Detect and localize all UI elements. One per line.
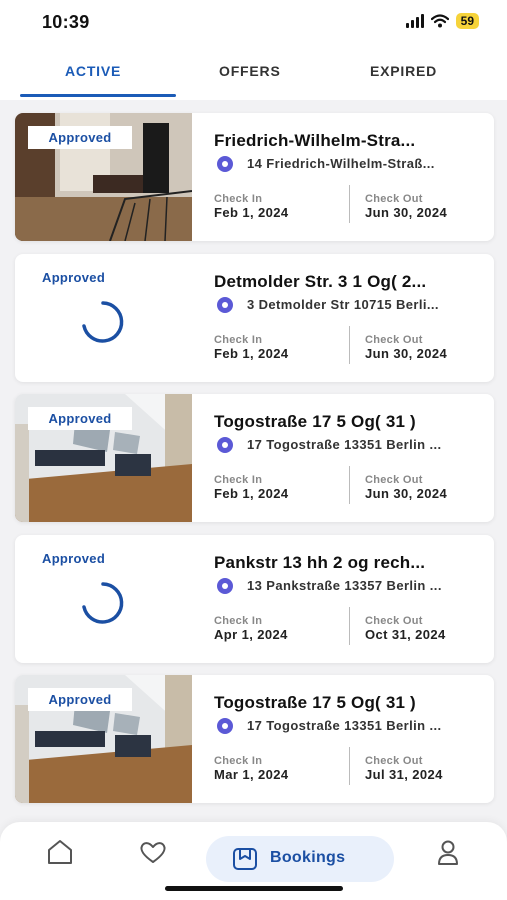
check-in-label: Check In — [214, 615, 263, 627]
location-pin-icon — [217, 297, 233, 313]
check-out-label: Check Out — [365, 474, 423, 486]
check-out-label: Check Out — [365, 755, 423, 767]
status-bar: 10:39 59 — [0, 0, 507, 48]
bookings-icon — [233, 848, 257, 870]
property-title: Friedrich-Wilhelm-Stra... — [214, 131, 416, 150]
loading-spinner-icon — [82, 301, 124, 343]
heart-tag-icon — [140, 842, 166, 863]
check-out-date: Jun 30, 2024 — [365, 346, 448, 361]
check-in-date: Feb 1, 2024 — [214, 486, 289, 501]
status-badge: Approved — [28, 688, 132, 711]
date-divider — [349, 185, 350, 223]
date-divider — [349, 466, 350, 504]
status-icons: 59 — [405, 13, 479, 29]
check-in-date: Mar 1, 2024 — [214, 767, 289, 782]
check-out-date: Jun 30, 2024 — [365, 486, 448, 501]
check-out-date: Jul 31, 2024 — [365, 767, 443, 782]
booking-card[interactable]: Approved Togostraße 17 5 Og( 31 ) 17 Tog… — [15, 675, 494, 803]
property-address: 17 Togostraße 13351 Berlin ... — [247, 437, 442, 452]
bottom-navigation: Bookings — [0, 822, 507, 900]
check-out-label: Check Out — [365, 615, 423, 627]
booking-card[interactable]: Approved Detmolder Str. 3 1 Og( 2... 3 D… — [15, 254, 494, 382]
home-icon — [48, 840, 72, 864]
date-divider — [349, 326, 350, 364]
property-address: 3 Detmolder Str 10715 Berli... — [247, 297, 439, 312]
date-divider — [349, 747, 350, 785]
location-pin-icon — [217, 156, 233, 172]
location-pin-icon — [217, 718, 233, 734]
cellular-signal-icon — [405, 14, 424, 28]
property-address: 14 Friedrich-Wilhelm-Straß... — [247, 156, 435, 171]
location-pin-icon — [217, 578, 233, 594]
check-in-date: Feb 1, 2024 — [214, 205, 289, 220]
status-badge: Approved — [42, 270, 106, 285]
tab-expired[interactable]: EXPIRED — [370, 63, 437, 79]
check-out-label: Check Out — [365, 334, 423, 346]
active-tab-indicator — [20, 94, 176, 97]
property-address: 13 Pankstraße 13357 Berlin ... — [247, 578, 442, 593]
status-badge: Approved — [28, 407, 132, 430]
check-in-label: Check In — [214, 474, 263, 486]
check-out-label: Check Out — [365, 193, 423, 205]
battery-icon: 59 — [455, 13, 479, 29]
property-address: 17 Togostraße 13351 Berlin ... — [247, 718, 442, 733]
tab-offers[interactable]: OFFERS — [219, 63, 281, 79]
check-out-date: Jun 30, 2024 — [365, 205, 448, 220]
property-title: Togostraße 17 5 Og( 31 ) — [214, 412, 416, 431]
check-in-label: Check In — [214, 334, 263, 346]
nav-bookings[interactable]: Bookings — [206, 836, 394, 882]
check-out-date: Oct 31, 2024 — [365, 627, 446, 642]
property-title: Pankstr 13 hh 2 og rech... — [214, 553, 426, 572]
status-badge: Approved — [42, 551, 106, 566]
home-indicator — [165, 886, 343, 891]
loading-spinner-icon — [82, 582, 124, 624]
property-title: Togostraße 17 5 Og( 31 ) — [214, 693, 416, 712]
property-title: Detmolder Str. 3 1 Og( 2... — [214, 272, 427, 291]
nav-home[interactable] — [45, 838, 77, 868]
nav-favorites[interactable] — [137, 838, 169, 868]
wifi-icon — [430, 14, 449, 28]
booking-card[interactable]: Approved Pankstr 13 hh 2 og rech... 13 P… — [15, 535, 494, 663]
check-in-date: Feb 1, 2024 — [214, 346, 289, 361]
date-divider — [349, 607, 350, 645]
nav-profile[interactable] — [433, 838, 465, 868]
check-in-label: Check In — [214, 193, 263, 205]
status-badge: Approved — [28, 126, 132, 149]
booking-card[interactable]: Approved Togostraße 17 5 Og( 31 ) 17 Tog… — [15, 394, 494, 522]
booking-card[interactable]: Approved Friedrich-Wilhelm-Stra... 14 Fr… — [15, 113, 494, 241]
nav-bookings-label: Bookings — [270, 849, 346, 866]
profile-icon — [438, 840, 458, 865]
status-time: 10:39 — [42, 12, 90, 32]
location-pin-icon — [217, 437, 233, 453]
tab-active[interactable]: ACTIVE — [65, 63, 121, 79]
check-in-date: Apr 1, 2024 — [214, 627, 288, 642]
booking-tabs: ACTIVE OFFERS EXPIRED — [0, 48, 507, 100]
check-in-label: Check In — [214, 755, 263, 767]
